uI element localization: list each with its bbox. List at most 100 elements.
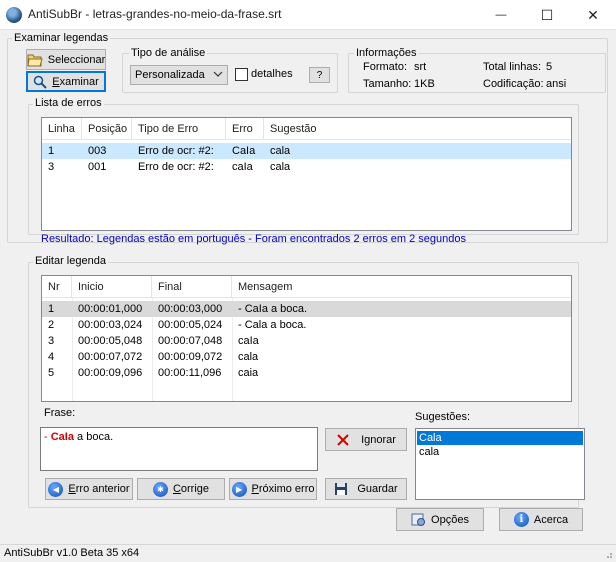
error-text: CaIa [232,145,256,157]
maximize-icon: ☐ [540,6,554,23]
table-row[interactable]: 4 00:00:07,072 00:00:09,072 cala [42,349,571,365]
total-lines-label: Total linhas: [483,61,542,73]
subtitle-start: 00:00:03,024 [78,319,143,331]
subtitle-message: cala [238,351,259,363]
examine-button[interactable]: Examinar [26,71,106,92]
info-group-label: Informações [354,47,419,59]
col-line[interactable]: Linha [42,118,82,140]
subtitle-table[interactable]: Nr Inicio Final Mensagem 1 00:00:01,000 … [41,275,572,402]
subtitle-end: 00:00:09,072 [158,351,223,363]
encoding-value: ansi [546,78,567,90]
table-row[interactable]: 3 001 Erro de ocr: #2: caIa cala [42,159,571,175]
error-list-header: Linha Posição Tipo de Erro Erro Sugestão [42,118,571,140]
details-checkbox[interactable] [235,68,248,81]
select-button[interactable]: Seleccionar [26,49,106,70]
error-suggestion: cala [270,145,291,157]
col-end[interactable]: Final [152,276,232,298]
subtitle-start: 00:00:05,048 [78,335,143,347]
maximize-button[interactable]: ☐ [524,0,570,30]
col-nr[interactable]: Nr [42,276,72,298]
subtitle-end: 00:00:07,048 [158,335,223,347]
subtitle-message: caIa [238,335,259,347]
phrase-editor[interactable]: - CaIa a boca. [40,427,318,471]
subtitle-table-header: Nr Inicio Final Mensagem [42,276,571,298]
error-list-table[interactable]: Linha Posição Tipo de Erro Erro Sugestão… [41,117,572,231]
minimize-icon: — [495,9,507,21]
close-icon: ✕ [587,6,599,23]
gear-icon: ✱ [152,481,168,497]
suggestion-item[interactable]: cala [417,445,583,459]
subtitle-start: 00:00:07,072 [78,351,143,363]
col-position[interactable]: Posição [82,118,132,140]
suggestions-list[interactable]: Cala cala [415,428,585,500]
details-label: detalhes [251,68,293,80]
total-lines-value: 5 [546,61,553,73]
subtitle-start: 00:00:09,096 [78,367,143,379]
subtitle-end: 00:00:11,096 [158,367,222,379]
error-line: 1 [48,145,55,157]
subtitle-message: caia [238,367,259,379]
error-position: 001 [88,161,107,173]
resize-grip-icon[interactable] [603,549,613,562]
about-button-label: Acerca [533,513,569,526]
next-error-label: Próximo erro [251,483,315,495]
floppy-disk-icon [334,482,348,496]
ignore-button-label: Ignorar [361,433,396,446]
save-button[interactable]: Guardar [325,478,407,500]
close-button[interactable]: ✕ [570,0,616,30]
help-button-label: ? [316,69,323,81]
info-icon: i [513,512,529,527]
save-button-label: Guardar [357,483,398,495]
options-button[interactable]: Opções [396,508,484,531]
subtitle-end: 00:00:03,000 [158,303,223,315]
subtitle-nr: 5 [48,367,55,379]
format-label: Formato: [363,61,408,73]
chevron-down-icon [213,68,223,83]
analysis-type-value: Personalizada [135,69,205,81]
error-suggestion: cala [270,161,291,173]
table-row[interactable]: 1 00:00:01,000 00:00:03,000 - CaIa a boc… [42,301,571,317]
encoding-label: Codificação: [483,78,544,90]
col-error-type[interactable]: Tipo de Erro [132,118,226,140]
arrow-right-icon: ▶ [231,481,247,497]
col-message[interactable]: Mensagem [232,276,382,298]
about-button[interactable]: i Acerca [499,508,583,531]
options-button-label: Opções [431,513,469,526]
fix-button[interactable]: ✱ Corrige [137,478,225,500]
previous-error-button[interactable]: ◀ Erro anterior [45,478,133,500]
fix-button-label: Corrige [172,483,210,495]
select-button-label: Seleccionar [47,53,106,66]
help-button[interactable]: ? [309,67,330,83]
col-suggestion[interactable]: Sugestão [264,118,334,140]
examine-button-label: Examinar [52,75,99,88]
table-row[interactable]: 2 00:00:03,024 00:00:05,024 - Cala a boc… [42,317,571,333]
examine-group-label: Examinar legendas [12,32,111,44]
col-error[interactable]: Erro [226,118,264,140]
phrase-text: - CaIa a boca. [44,431,114,443]
subtitle-nr: 1 [48,303,55,315]
subtitle-message: - CaIa a boca. [238,303,308,315]
previous-error-label: Erro anterior [68,483,130,495]
col-start[interactable]: Inicio [72,276,152,298]
app-icon [6,7,22,23]
status-bar: AntiSubBr v1.0 Beta 35 x64 [0,544,616,562]
error-text: caIa [232,161,253,173]
subtitle-start: 00:00:01,000 [78,303,143,315]
table-row[interactable]: 5 00:00:09,096 00:00:11,096 caia [42,365,571,381]
status-text: AntiSubBr v1.0 Beta 35 x64 [4,547,140,559]
phrase-error-word: CaIa [50,431,74,443]
folder-open-icon [27,53,43,67]
ignore-button[interactable]: Ignorar [325,428,407,451]
result-text: Resultado: Legendas estão em português -… [41,233,466,245]
table-row[interactable]: 1 003 Erro de ocr: #2: CaIa cala [42,143,571,159]
subtitle-nr: 4 [48,351,55,363]
table-row[interactable]: 3 00:00:05,048 00:00:07,048 caIa [42,333,571,349]
suggestion-item[interactable]: Cala [417,431,583,445]
next-error-button[interactable]: ▶ Próximo erro [229,478,317,500]
analysis-type-select[interactable]: Personalizada [130,65,228,85]
edit-subtitle-label: Editar legenda [33,255,108,267]
minimize-button[interactable]: — [478,0,524,30]
size-label: Tamanho: [363,78,412,90]
error-list-label: Lista de erros [33,97,104,109]
title-bar[interactable]: AntiSubBr - letras-grandes-no-meio-da-fr… [0,0,616,30]
